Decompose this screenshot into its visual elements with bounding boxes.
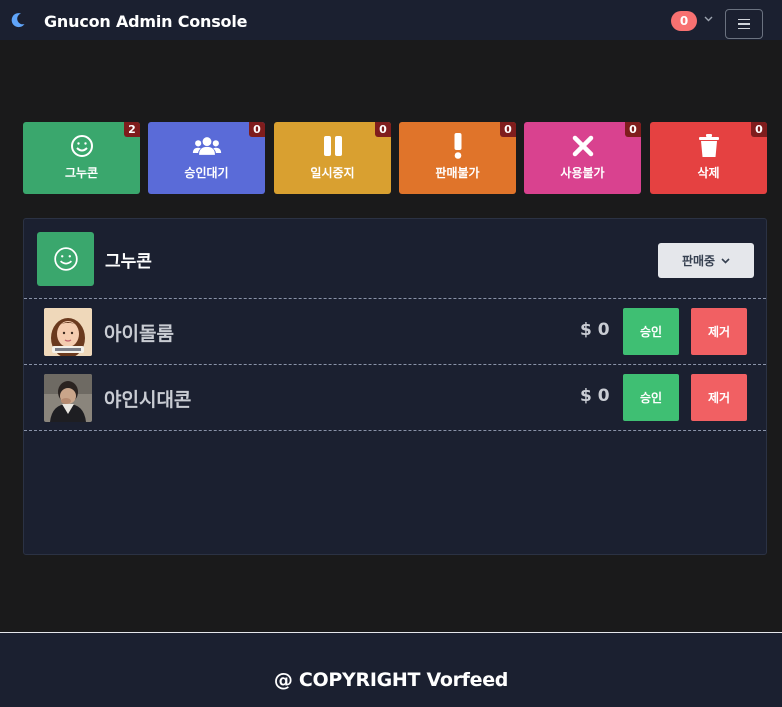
notification-badge[interactable]: 0 [671, 11, 697, 31]
category-icon [37, 232, 94, 286]
remove-button[interactable]: 제거 [691, 308, 747, 355]
status-select-value: 판매중 [681, 254, 716, 268]
status-select[interactable]: 판매중 [658, 243, 754, 278]
list-item: 아이돌룸 $ 0 승인 제거 [24, 299, 766, 363]
footer: @ COPYRIGHT Vorfeed [0, 632, 782, 707]
tile-pending-approval[interactable]: 승인대기 0 [148, 122, 265, 194]
moon-icon[interactable] [10, 12, 26, 28]
tile-count-badge: 2 [124, 122, 140, 137]
smile-icon [67, 134, 97, 158]
item-price: $ 0 [580, 320, 610, 340]
hamburger-icon-line [738, 27, 750, 30]
users-icon [192, 134, 222, 158]
top-navbar: Gnucon Admin Console 0 [0, 0, 782, 40]
x-icon [568, 134, 598, 158]
menu-toggle-button[interactable] [725, 9, 763, 39]
approve-button[interactable]: 승인 [623, 374, 679, 421]
chevron-down-icon [721, 257, 730, 264]
tile-label: 사용불가 [560, 166, 605, 180]
tile-count-badge: 0 [500, 122, 516, 137]
chevron-down-icon[interactable] [704, 16, 713, 22]
category-card: 그누콘 판매중 아이돌룸 $ 0 승인 제거 야인시대콘 $ 0 승인 제거 [23, 218, 767, 555]
category-title: 그누콘 [105, 252, 152, 272]
item-thumbnail [44, 308, 92, 356]
copyright-text: @ COPYRIGHT Vorfeed [273, 669, 509, 691]
remove-button[interactable]: 제거 [691, 374, 747, 421]
tile-count-badge: 0 [625, 122, 641, 137]
approve-button[interactable]: 승인 [623, 308, 679, 355]
list-item: 야인시대콘 $ 0 승인 제거 [24, 365, 766, 429]
tile-label: 승인대기 [184, 166, 229, 180]
app-title: Gnucon Admin Console [44, 12, 248, 31]
tile-not-for-sale[interactable]: 판매불가 0 [399, 122, 516, 194]
tile-count-badge: 0 [751, 122, 767, 137]
exclamation-icon [443, 133, 473, 159]
divider [24, 430, 766, 431]
tile-label: 그누콘 [64, 166, 99, 180]
smile-icon [53, 247, 78, 271]
item-price: $ 0 [580, 386, 610, 406]
tile-paused[interactable]: 일시중지 0 [274, 122, 391, 194]
hamburger-icon-line [738, 23, 750, 25]
item-thumbnail [44, 374, 92, 422]
tile-count-badge: 0 [249, 122, 265, 137]
item-name: 아이돌룸 [104, 323, 174, 345]
tile-gnucon[interactable]: 그누콘 2 [23, 122, 140, 194]
hamburger-icon-line [738, 18, 750, 21]
tile-unusable[interactable]: 사용불가 0 [524, 122, 641, 194]
pause-icon [318, 134, 348, 158]
tile-label: 일시중지 [310, 166, 355, 180]
item-name: 야인시대콘 [104, 389, 192, 411]
tile-count-badge: 0 [375, 122, 391, 137]
trash-icon [694, 134, 724, 158]
tile-label: 삭제 [697, 166, 720, 180]
tile-label: 판매불가 [435, 166, 480, 180]
tile-deleted[interactable]: 삭제 0 [650, 122, 767, 194]
